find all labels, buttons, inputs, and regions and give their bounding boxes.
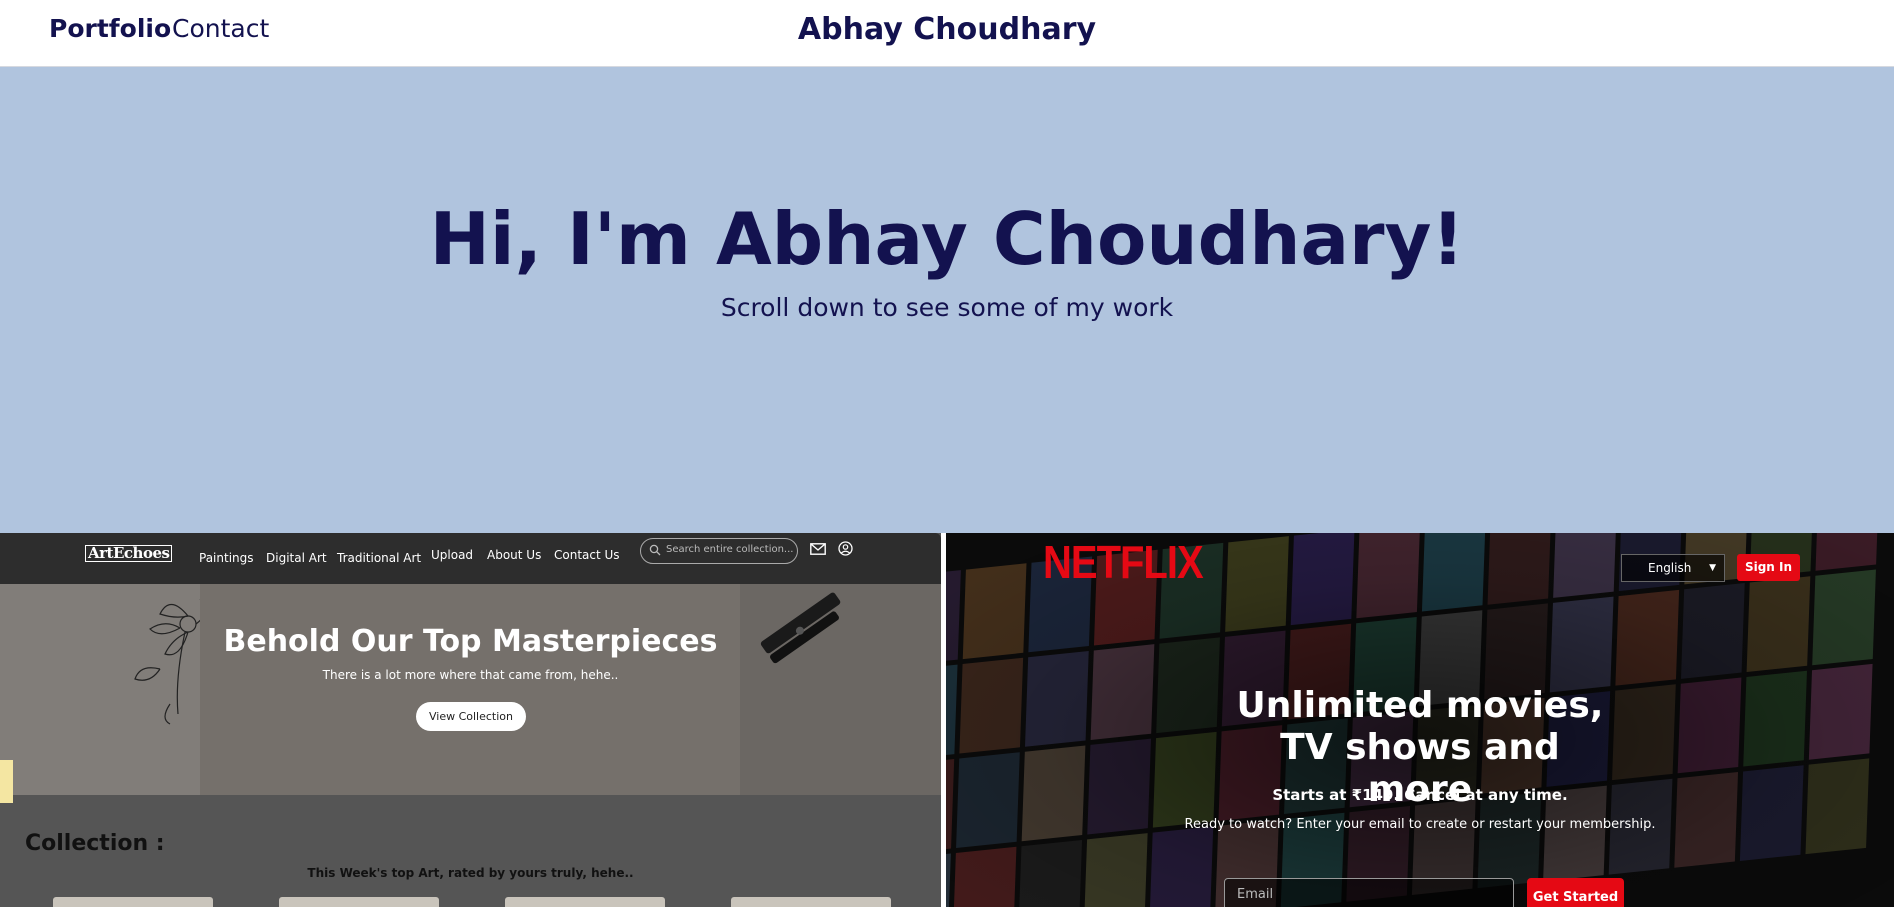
art-thumbnail[interactable] (53, 897, 213, 907)
email-input[interactable] (1237, 887, 1497, 902)
artechoes-nav-traditional-art[interactable]: Traditional Art (337, 551, 421, 565)
artechoes-nav-upload[interactable]: Upload (431, 548, 473, 562)
user-icon[interactable] (838, 541, 853, 556)
project-card-netflix[interactable]: NETFLIX English ▼ Sign In Unlimited movi… (946, 533, 1894, 907)
artechoes-search-box[interactable]: Search entire collection... (640, 538, 798, 564)
artechoes-nav-paintings[interactable]: Paintings (199, 551, 254, 565)
weekly-top-art-text: This Week's top Art, rated by yours trul… (307, 866, 634, 880)
top-navbar: Portfolio Contact Abhay Choudhary (0, 0, 1894, 67)
view-collection-button[interactable]: View Collection (416, 702, 526, 731)
sign-in-button[interactable]: Sign In (1737, 554, 1800, 581)
language-select-value: English (1648, 561, 1692, 575)
mail-icon[interactable] (810, 543, 826, 555)
artechoes-hero-paper (0, 584, 208, 795)
artechoes-nav-about[interactable]: About Us (487, 548, 541, 562)
hero-title: Hi, I'm Abhay Choudhary! (429, 197, 1465, 281)
artechoes-hero-title: Behold Our Top Masterpieces (223, 624, 718, 659)
collection-heading: Collection : (25, 831, 165, 856)
email-field[interactable] (1224, 878, 1514, 907)
artechoes-nav-digital-art[interactable]: Digital Art (266, 551, 327, 565)
artechoes-hero-right (740, 584, 941, 795)
netflix-ready-text: Ready to watch? Enter your email to crea… (1184, 817, 1656, 832)
art-thumbnail[interactable] (505, 897, 665, 907)
artechoes-logo[interactable]: ArtEchoes (85, 544, 173, 562)
hero-subtitle: Scroll down to see some of my work (720, 293, 1174, 322)
side-feedback-tab[interactable] (0, 760, 13, 803)
art-thumbnail[interactable] (279, 897, 439, 907)
netflix-price-text: Starts at ₹149. Cancel at any time. (1272, 786, 1568, 804)
artechoes-nav-contact[interactable]: Contact Us (554, 548, 620, 562)
site-title: Abhay Choudhary (797, 12, 1097, 47)
search-icon (649, 544, 661, 556)
chevron-down-icon: ▼ (1709, 563, 1716, 573)
artechoes-logo-text: ArtEchoes (85, 545, 173, 562)
hero-section: Hi, I'm Abhay Choudhary! Scroll down to … (0, 67, 1894, 533)
language-select[interactable]: English ▼ (1621, 554, 1725, 582)
artechoes-hero-board (200, 584, 740, 795)
project-card-artechoes[interactable]: ArtEchoes Paintings Digital Art Traditio… (0, 533, 941, 907)
artechoes-search-placeholder: Search entire collection... (666, 544, 794, 555)
artechoes-hero-banner: Behold Our Top Masterpieces There is a l… (0, 584, 941, 795)
artechoes-hero-tagline: There is a lot more where that came from… (322, 668, 619, 682)
get-started-button[interactable]: Get Started (1527, 878, 1624, 907)
clothespin-image (760, 592, 841, 664)
flower-sketch-image (134, 598, 208, 725)
art-thumbnail[interactable] (731, 897, 891, 907)
netflix-logo[interactable]: NETFLIX (1043, 538, 1204, 590)
artechoes-navbar: ArtEchoes Paintings Digital Art Traditio… (0, 533, 941, 584)
